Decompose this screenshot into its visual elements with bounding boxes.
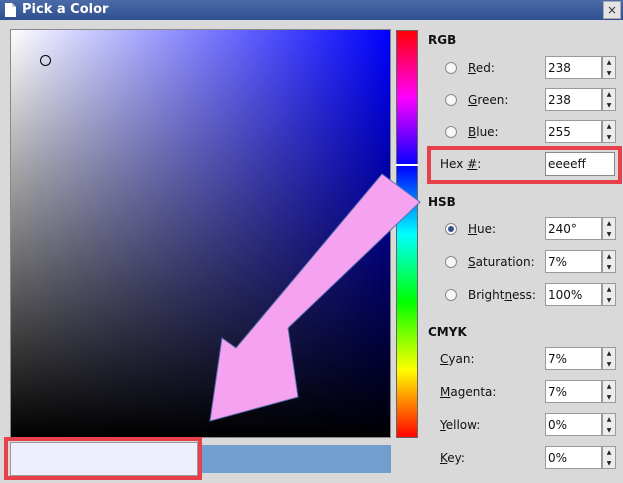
saturation-field[interactable]: 7% bbox=[545, 250, 602, 273]
spin-down-icon[interactable]: ▼ bbox=[603, 458, 615, 468]
key-spinner[interactable]: ▲ ▼ bbox=[602, 446, 616, 469]
blue-spinner[interactable]: ▲ ▼ bbox=[602, 120, 616, 143]
magenta-field[interactable]: 7% bbox=[545, 380, 602, 403]
blue-radio[interactable] bbox=[445, 126, 457, 138]
brightness-field[interactable]: 100% bbox=[545, 283, 602, 306]
key-label: Key: bbox=[440, 451, 465, 465]
red-spinner[interactable]: ▲ ▼ bbox=[602, 56, 616, 79]
spin-up-icon[interactable]: ▲ bbox=[603, 381, 615, 391]
spin-up-icon[interactable]: ▲ bbox=[603, 348, 615, 358]
color-cursor[interactable] bbox=[40, 55, 51, 66]
key-field[interactable]: 0% bbox=[545, 446, 602, 469]
yellow-label: Yellow: bbox=[440, 418, 481, 432]
window-title: Pick a Color bbox=[22, 2, 109, 17]
spin-up-icon[interactable]: ▲ bbox=[603, 414, 615, 424]
spin-down-icon[interactable]: ▼ bbox=[603, 295, 615, 305]
rgb-heading: RGB bbox=[428, 33, 457, 47]
red-field[interactable]: 238 bbox=[545, 56, 602, 79]
blue-field[interactable]: 255 bbox=[545, 120, 602, 143]
red-radio[interactable] bbox=[445, 62, 457, 74]
hue-slider[interactable] bbox=[396, 30, 418, 438]
brightness-label: Brightness: bbox=[468, 288, 536, 302]
spin-up-icon[interactable]: ▲ bbox=[603, 447, 615, 457]
hex-highlight-box bbox=[427, 146, 622, 184]
green-spinner[interactable]: ▲ ▼ bbox=[602, 88, 616, 111]
yellow-spinner[interactable]: ▲ ▼ bbox=[602, 413, 616, 436]
spin-down-icon[interactable]: ▼ bbox=[603, 132, 615, 142]
document-icon bbox=[5, 3, 16, 17]
magenta-label: Magenta: bbox=[440, 385, 497, 399]
saturation-radio[interactable] bbox=[445, 256, 457, 268]
hue-radio[interactable] bbox=[445, 223, 457, 235]
hue-field[interactable]: 240° bbox=[545, 217, 602, 240]
spin-down-icon[interactable]: ▼ bbox=[603, 425, 615, 435]
red-label: Red: bbox=[468, 61, 495, 75]
spin-up-icon[interactable]: ▲ bbox=[603, 121, 615, 131]
title-bar: Pick a Color × bbox=[0, 0, 623, 20]
swatch-highlight-box bbox=[4, 437, 202, 480]
spin-down-icon[interactable]: ▼ bbox=[603, 359, 615, 369]
green-radio[interactable] bbox=[445, 94, 457, 106]
close-button[interactable]: × bbox=[603, 1, 621, 19]
spin-up-icon[interactable]: ▲ bbox=[603, 89, 615, 99]
close-icon: × bbox=[606, 3, 618, 17]
cyan-field[interactable]: 7% bbox=[545, 347, 602, 370]
yellow-field[interactable]: 0% bbox=[545, 413, 602, 436]
spin-down-icon[interactable]: ▼ bbox=[603, 262, 615, 272]
spin-down-icon[interactable]: ▼ bbox=[603, 100, 615, 110]
hue-spinner[interactable]: ▲ ▼ bbox=[602, 217, 616, 240]
original-color-swatch[interactable] bbox=[200, 445, 391, 473]
blue-label: Blue: bbox=[468, 125, 499, 139]
brightness-radio[interactable] bbox=[445, 289, 457, 301]
spin-down-icon[interactable]: ▼ bbox=[603, 68, 615, 78]
hue-marker[interactable] bbox=[396, 164, 418, 166]
spin-down-icon[interactable]: ▼ bbox=[603, 229, 615, 239]
brightness-spinner[interactable]: ▲ ▼ bbox=[602, 283, 616, 306]
spin-up-icon[interactable]: ▲ bbox=[603, 218, 615, 228]
saturation-label: Saturation: bbox=[468, 255, 535, 269]
saturation-spinner[interactable]: ▲ ▼ bbox=[602, 250, 616, 273]
green-field[interactable]: 238 bbox=[545, 88, 602, 111]
green-label: Green: bbox=[468, 93, 509, 107]
spin-up-icon[interactable]: ▲ bbox=[603, 57, 615, 67]
cyan-label: Cyan: bbox=[440, 352, 475, 366]
hsb-heading: HSB bbox=[428, 195, 456, 209]
saturation-brightness-picker[interactable] bbox=[10, 29, 391, 438]
hue-label: Hue: bbox=[468, 222, 497, 236]
cyan-spinner[interactable]: ▲ ▼ bbox=[602, 347, 616, 370]
spin-up-icon[interactable]: ▲ bbox=[603, 251, 615, 261]
spin-up-icon[interactable]: ▲ bbox=[603, 284, 615, 294]
spin-down-icon[interactable]: ▼ bbox=[603, 392, 615, 402]
magenta-spinner[interactable]: ▲ ▼ bbox=[602, 380, 616, 403]
cmyk-heading: CMYK bbox=[428, 325, 467, 339]
